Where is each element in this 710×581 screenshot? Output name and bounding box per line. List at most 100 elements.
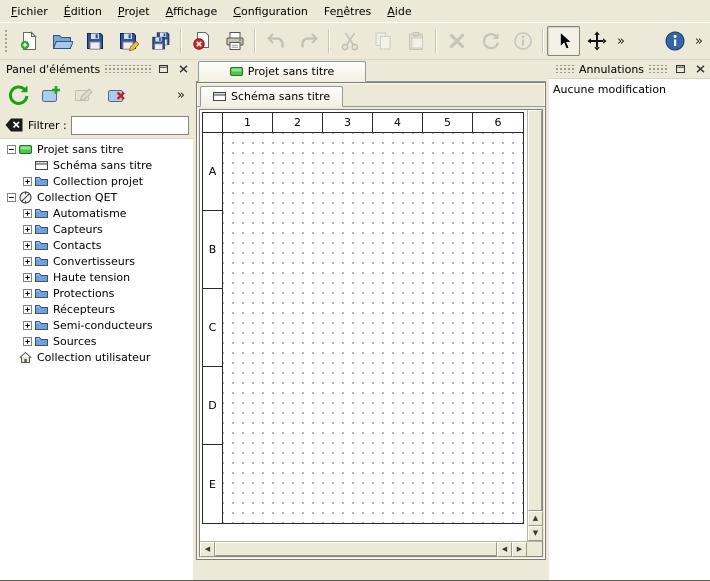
close-dock-button[interactable]: [175, 62, 191, 76]
new-element-button[interactable]: [36, 81, 66, 109]
menu-fenetres[interactable]: Fenêtres: [316, 0, 379, 22]
float-dock-button[interactable]: [155, 62, 171, 76]
undo-panel: Annulations Aucune modification: [549, 60, 710, 580]
undo-history-item[interactable]: Aucune modification: [549, 81, 710, 98]
tree-expander-plus[interactable]: [20, 225, 34, 234]
vscroll-thumb[interactable]: [528, 110, 542, 511]
folder-icon: [35, 271, 48, 284]
schema-icon: [35, 159, 48, 172]
menu-projet[interactable]: Projet: [110, 0, 158, 22]
main-area: Panel d'éléments » Filtrer : Projet sans…: [0, 60, 710, 580]
diagram-canvas[interactable]: 123456 ABCDE: [200, 110, 527, 541]
save-button[interactable]: [78, 26, 111, 56]
diagram-grid[interactable]: [223, 133, 523, 523]
menu-edition[interactable]: Édition: [56, 0, 110, 22]
panel-toolbar-chevron[interactable]: »: [172, 88, 190, 103]
element-infos-button: [506, 26, 539, 56]
tree-item-sources[interactable]: Sources: [0, 333, 193, 349]
toolbar-separator: [542, 29, 544, 53]
undo-button: [259, 26, 292, 56]
menu-fichier[interactable]: Fichier: [3, 0, 56, 22]
menu-aide[interactable]: Aide: [379, 0, 419, 22]
tree-expander-plus[interactable]: [20, 209, 34, 218]
column-header-6: 6: [473, 113, 523, 132]
delete-element-button[interactable]: [102, 81, 132, 109]
row-header-b: B: [203, 211, 222, 289]
scroll-right-button[interactable]: ▶: [512, 542, 527, 557]
close-undo-dock-button[interactable]: [692, 62, 708, 76]
tree-item-collection-qet[interactable]: Collection QET: [0, 189, 193, 205]
tree-expander-plus[interactable]: [20, 177, 34, 186]
toolbar-separator: [180, 29, 182, 53]
tree-expander-plus[interactable]: [20, 321, 34, 330]
tree-expander-minus[interactable]: [4, 193, 18, 202]
undo-panel-titlebar[interactable]: Annulations: [549, 60, 710, 78]
filter-row: Filtrer :: [0, 112, 193, 138]
float-undo-dock-button[interactable]: [672, 62, 688, 76]
tree-expander-minus[interactable]: [4, 145, 18, 154]
tree-expander-plus[interactable]: [20, 273, 34, 282]
row-header-c: C: [203, 289, 222, 367]
column-header-5: 5: [423, 113, 473, 132]
cut-button: [333, 26, 366, 56]
tree-item-automatisme[interactable]: Automatisme: [0, 205, 193, 221]
tree-item-recepteurs[interactable]: Récepteurs: [0, 301, 193, 317]
new-document-button[interactable]: [12, 26, 45, 56]
column-header-3: 3: [323, 113, 373, 132]
tree-item-collection-utilisateur[interactable]: Collection utilisateur: [0, 349, 193, 365]
schema-view: 123456 ABCDE ▲ ▼ ◀: [199, 109, 543, 557]
horizontal-scrollbar[interactable]: ◀ ◀ ▶: [200, 542, 527, 556]
clear-filter-icon[interactable]: [4, 117, 24, 133]
save-as-button[interactable]: [111, 26, 144, 56]
tree-item-schema-sans-titre[interactable]: Schéma sans titre: [0, 157, 193, 173]
tree-item-capteurs[interactable]: Capteurs: [0, 221, 193, 237]
tree-item-label: Automatisme: [51, 207, 129, 220]
tree-item-projet-sans-titre[interactable]: Projet sans titre: [0, 141, 193, 157]
open-project-button[interactable]: [45, 26, 78, 56]
filter-input[interactable]: [71, 116, 189, 135]
dock-grip-right: [648, 65, 668, 73]
tree-item-contacts[interactable]: Contacts: [0, 237, 193, 253]
tree-item-haute-tension[interactable]: Haute tension: [0, 269, 193, 285]
close-file-button[interactable]: [185, 26, 218, 56]
reload-collections-button[interactable]: [3, 81, 33, 109]
tab-schema-sans-titre[interactable]: Schéma sans titre: [200, 86, 343, 107]
print-button[interactable]: [218, 26, 251, 56]
tree-item-convertisseurs[interactable]: Convertisseurs: [0, 253, 193, 269]
vertical-scrollbar[interactable]: ▲ ▼: [527, 110, 542, 541]
elements-panel-title: Panel d'éléments: [6, 63, 100, 76]
tab-projet-sans-titre[interactable]: Projet sans titre: [198, 61, 366, 82]
redo-button: [292, 26, 325, 56]
tree-expander-plus[interactable]: [20, 337, 34, 346]
menu-affichage[interactable]: Affichage: [158, 0, 226, 22]
qet-icon: [19, 191, 32, 204]
schema-tabbar: Schéma sans titre: [197, 83, 545, 107]
copy-button: [366, 26, 399, 56]
menu-configuration[interactable]: Configuration: [225, 0, 316, 22]
toolbar-separator: [254, 29, 256, 53]
move-mode-button[interactable]: [580, 26, 613, 56]
tree-item-semi-conducteurs[interactable]: Semi-conducteurs: [0, 317, 193, 333]
tree-item-label: Sources: [51, 335, 99, 348]
scroll-left-button-2[interactable]: ◀: [497, 542, 512, 557]
undo-panel-title: Annulations: [579, 63, 644, 76]
elements-panel-titlebar[interactable]: Panel d'éléments: [0, 60, 193, 78]
about-qet-button[interactable]: [658, 26, 691, 56]
tree-expander-plus[interactable]: [20, 289, 34, 298]
tree-expander-plus[interactable]: [20, 257, 34, 266]
tree-item-protections[interactable]: Protections: [0, 285, 193, 301]
tree-item-collection-projet[interactable]: Collection projet: [0, 173, 193, 189]
toolbar-handle[interactable]: [4, 29, 9, 53]
hscroll-thumb[interactable]: [215, 542, 497, 556]
schema-tab-label: Schéma sans titre: [231, 90, 330, 103]
select-mode-button[interactable]: [547, 26, 580, 56]
scroll-up-button[interactable]: ▲: [528, 511, 543, 526]
scroll-left-button[interactable]: ◀: [200, 542, 215, 557]
tree-expander-plus[interactable]: [20, 241, 34, 250]
toolbar-overflow-chevron[interactable]: »: [613, 34, 629, 49]
tree-expander-plus[interactable]: [20, 305, 34, 314]
save-all-button[interactable]: [144, 26, 177, 56]
scroll-down-button[interactable]: ▼: [528, 526, 543, 541]
schema-icon: [213, 90, 226, 103]
toolbar-overflow-chevron-2[interactable]: »: [691, 34, 707, 49]
